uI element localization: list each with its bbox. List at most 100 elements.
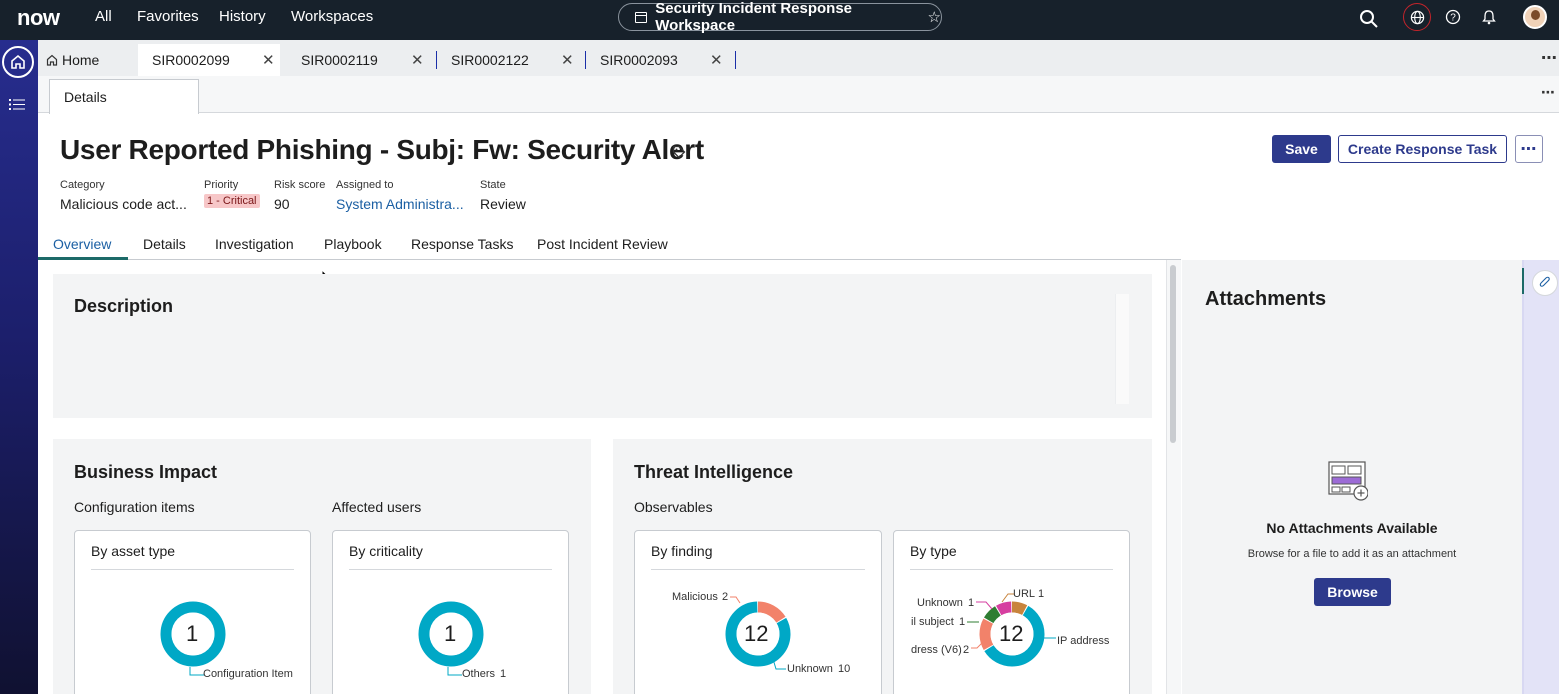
meta-state: State Review [480, 179, 526, 212]
tab-playbook[interactable]: Playbook [324, 236, 382, 252]
card-divider [91, 569, 294, 570]
create-response-task-button[interactable]: Create Response Task [1338, 135, 1507, 163]
chart-title: By type [910, 543, 957, 559]
home-icon [46, 54, 58, 66]
close-icon[interactable]: ✕ [710, 51, 723, 69]
chart-value: 1 [1038, 588, 1045, 600]
tab-post-incident-review[interactable]: Post Incident Review [537, 236, 668, 252]
chart-card-by-finding: By finding 12 Malicious 2 Unknown 10 [634, 530, 882, 694]
tab-details[interactable]: Details [143, 236, 186, 252]
chart-label: Unknown [917, 597, 963, 609]
risk-score-value: 90 [274, 196, 290, 212]
tab-label: SIR0002093 [600, 52, 678, 68]
no-attachments-subtitle: Browse for a file to add it as an attach… [1247, 548, 1457, 560]
category-label: Category [60, 179, 105, 191]
chart-label: Configuration Item [203, 668, 293, 680]
workspace-switcher[interactable]: Security Incident Response Workspace ☆ [618, 0, 942, 34]
list-icon[interactable] [9, 98, 25, 116]
subtab-details[interactable]: Details [49, 79, 199, 114]
state-value: Review [480, 196, 526, 212]
no-attachments-title: No Attachments Available [1266, 520, 1438, 536]
active-indicator [1522, 268, 1524, 294]
assigned-to-label: Assigned to [336, 179, 394, 191]
description-title: Description [74, 296, 174, 316]
nav-all[interactable]: All [95, 8, 112, 25]
more-actions-button[interactable]: ⋯ [1515, 135, 1543, 163]
star-icon[interactable]: ☆ [928, 8, 941, 26]
business-impact-title: Business Impact [74, 462, 218, 482]
meta-category: Category Malicious code act... [60, 179, 187, 212]
tab-home[interactable]: Home [46, 44, 99, 76]
more-tabs-icon[interactable]: ⋯ [1541, 48, 1558, 68]
home-icon[interactable] [2, 46, 34, 78]
chart-value: 1 [968, 597, 975, 609]
chart-label: IP address ( [1057, 635, 1113, 647]
tab-overview[interactable]: Overview [53, 236, 111, 252]
tab-label: SIR0002099 [152, 52, 230, 68]
left-rail [0, 40, 38, 694]
meta-priority: Priority 1 - Critical [204, 179, 260, 209]
save-button[interactable]: Save [1272, 135, 1331, 163]
attachments-panel: Attachments No Attachments Available Bro… [1182, 260, 1522, 694]
tab-sir0002093[interactable]: SIR0002093 ✕ [586, 44, 726, 76]
chart-card-asset-type: By asset type 1 Configuration Item [74, 530, 311, 694]
affected-users-label: Affected users [332, 499, 422, 515]
tab-label: SIR0002122 [451, 52, 529, 68]
chart-title: By asset type [91, 543, 176, 559]
meta-risk-score: Risk score 90 [274, 179, 325, 212]
chart-label: Unknown [787, 663, 833, 675]
more-icon[interactable]: ⋯ [1541, 84, 1556, 101]
chart-value: 10 [838, 663, 851, 675]
tab-sir0002099[interactable]: SIR0002099 ✕ [138, 44, 280, 76]
tag-icon[interactable] [672, 145, 686, 164]
meta-assigned-to: Assigned to System Administra... [336, 179, 464, 212]
content-scroll-thumb[interactable] [1170, 265, 1176, 443]
active-tab-indicator [38, 257, 128, 260]
browse-button[interactable]: Browse [1314, 578, 1391, 606]
threat-intelligence-title: Threat Intelligence [634, 462, 794, 482]
business-impact-panel: Business Impact Configuration items Affe… [53, 439, 591, 694]
now-logo[interactable]: now [17, 5, 60, 31]
avatar[interactable] [1523, 5, 1547, 29]
globe-icon[interactable] [1403, 3, 1431, 31]
priority-label: Priority [204, 179, 239, 191]
search-icon[interactable] [1357, 7, 1381, 31]
description-panel: Description [53, 274, 1152, 418]
help-icon[interactable]: ? [1441, 5, 1465, 29]
priority-badge: 1 - Critical [204, 194, 260, 208]
chart-title: By criticality [349, 543, 423, 559]
bell-icon[interactable] [1477, 5, 1501, 29]
chart-label: il subject [911, 616, 954, 628]
assigned-to-link[interactable]: System Administra... [336, 196, 464, 212]
risk-score-label: Risk score [274, 179, 326, 191]
nav-workspaces[interactable]: Workspaces [291, 8, 373, 25]
workspace-tabs: Home SIR0002099 ✕ SIR0002119 ✕ SIR000212… [38, 40, 1559, 76]
card-divider [651, 569, 865, 570]
nav-history[interactable]: History [219, 8, 266, 25]
chart-label: Others [462, 668, 496, 680]
nav-favorites[interactable]: Favorites [137, 8, 199, 25]
close-icon[interactable]: ✕ [561, 51, 574, 69]
paperclip-icon[interactable] [1532, 270, 1558, 296]
record-title: User Reported Phishing - Subj: Fw: Secur… [60, 134, 704, 165]
card-divider [349, 569, 552, 570]
chart-value: 2 [963, 644, 970, 656]
chart-title: By finding [651, 543, 713, 559]
workspace-title: Security Incident Response Workspace [655, 0, 853, 34]
chart-value: 1 [500, 668, 507, 680]
tab-label: SIR0002119 [301, 52, 378, 68]
tab-investigation[interactable]: Investigation [215, 236, 294, 252]
close-icon[interactable]: ✕ [262, 51, 275, 69]
donut-center-value: 1 [186, 621, 199, 646]
tab-divider-line [38, 259, 1181, 260]
category-value: Malicious code act... [60, 196, 187, 212]
configuration-items-label: Configuration items [74, 499, 195, 515]
chart-label: Malicious [672, 591, 718, 603]
tab-sir0002122[interactable]: SIR0002122 ✕ [437, 44, 577, 76]
tab-sir0002119[interactable]: SIR0002119 ✕ [287, 44, 427, 76]
tab-response-tasks[interactable]: Response Tasks [411, 236, 513, 252]
close-icon[interactable]: ✕ [411, 51, 424, 69]
description-scrollbar[interactable] [1115, 294, 1129, 404]
threat-intelligence-panel: Threat Intelligence Observables By findi… [613, 439, 1152, 694]
subtab-bar: Details ⋯ [38, 76, 1559, 114]
